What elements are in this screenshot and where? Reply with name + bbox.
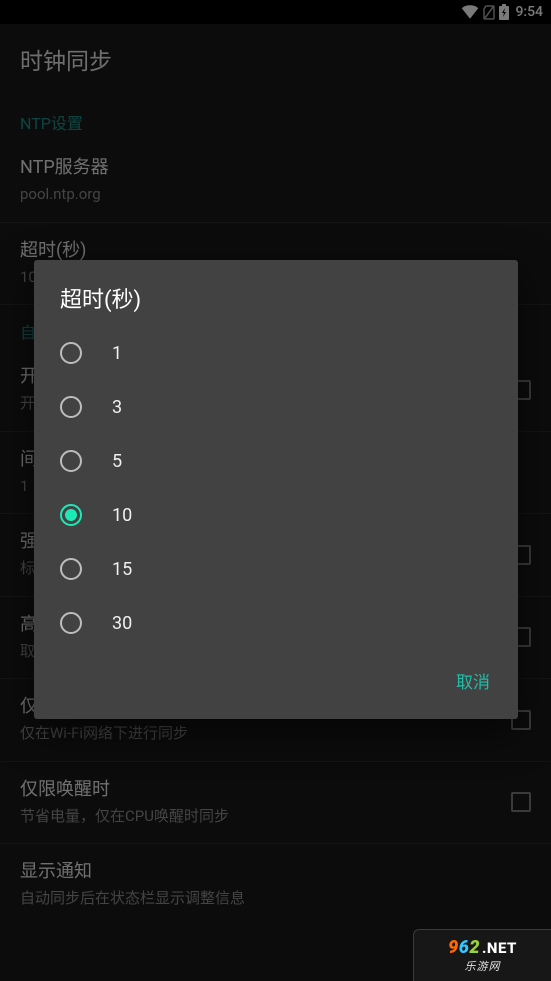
dialog-actions: 取消 xyxy=(34,650,518,711)
watermark-logo: 962.NET 乐游网 xyxy=(413,929,551,981)
dialog-option-3[interactable]: 3 xyxy=(34,380,518,434)
dialog-option-15[interactable]: 15 xyxy=(34,542,518,596)
watermark-net: .NET xyxy=(482,939,517,957)
dialog-option-label: 1 xyxy=(112,343,122,364)
dialog-option-30[interactable]: 30 xyxy=(34,596,518,650)
radio-icon xyxy=(60,558,82,580)
dialog-title: 超时(秒) xyxy=(34,282,518,326)
radio-icon xyxy=(60,396,82,418)
watermark-sub: 乐游网 xyxy=(465,958,501,974)
timeout-dialog: 超时(秒) 1 3 5 10 15 30 取消 xyxy=(34,260,518,719)
dialog-option-label: 5 xyxy=(112,451,122,472)
watermark-d2: 2 xyxy=(469,937,480,958)
watermark-d9: 9 xyxy=(448,937,459,958)
cancel-button[interactable]: 取消 xyxy=(446,660,500,701)
dialog-option-label: 10 xyxy=(112,505,132,526)
dialog-option-1[interactable]: 1 xyxy=(34,326,518,380)
dialog-option-5[interactable]: 5 xyxy=(34,434,518,488)
radio-icon xyxy=(60,450,82,472)
radio-icon xyxy=(60,504,82,526)
watermark-d6: 6 xyxy=(459,937,470,958)
radio-icon xyxy=(60,612,82,634)
dialog-options: 1 3 5 10 15 30 xyxy=(34,326,518,650)
dialog-option-label: 15 xyxy=(112,559,132,580)
dialog-option-label: 30 xyxy=(112,613,132,634)
radio-icon xyxy=(60,342,82,364)
dialog-option-label: 3 xyxy=(112,397,122,418)
dialog-option-10[interactable]: 10 xyxy=(34,488,518,542)
